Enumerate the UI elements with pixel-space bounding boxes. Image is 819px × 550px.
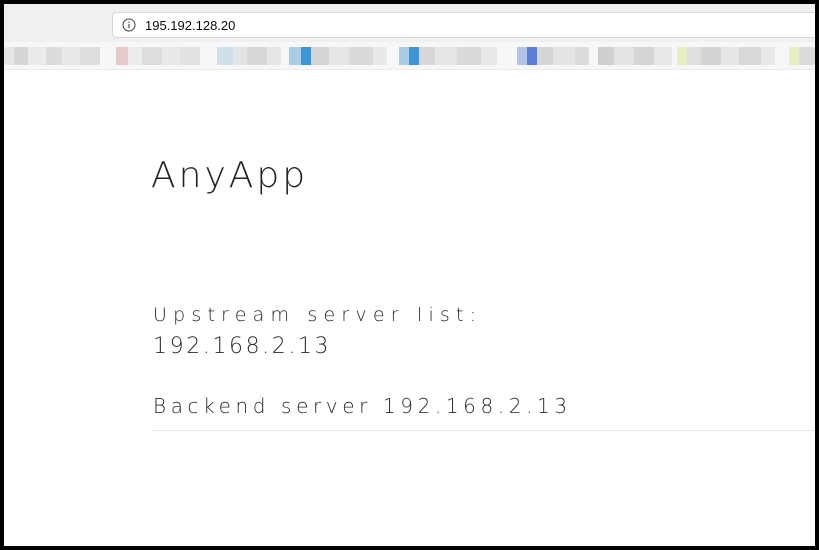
- page-content: AnyApp Upstream server list: 192.168.2.1…: [4, 70, 815, 546]
- info-icon[interactable]: [122, 18, 136, 32]
- backend-server-text: Backend server 192.168.2.13: [153, 394, 572, 418]
- bookmark-item[interactable]: [677, 47, 775, 65]
- bookmark-item[interactable]: [517, 47, 589, 65]
- screenshot-frame: 195.192.128.20 AnyApp Upstream server li…: [0, 0, 819, 550]
- bookmark-item[interactable]: [598, 47, 672, 65]
- bookmark-item[interactable]: [116, 47, 200, 65]
- bookmark-item[interactable]: [399, 47, 497, 65]
- bookmark-item[interactable]: [4, 47, 100, 65]
- address-bar[interactable]: 195.192.128.20: [112, 12, 815, 38]
- bookmark-item[interactable]: [289, 47, 387, 65]
- url-text[interactable]: 195.192.128.20: [145, 18, 235, 33]
- app-title: AnyApp: [151, 155, 309, 196]
- upstream-server-label: Upstream server list:: [153, 304, 483, 326]
- upstream-server-value: 192.168.2.13: [153, 334, 332, 359]
- divider: [153, 430, 815, 431]
- bookmarks-bar: [4, 42, 815, 70]
- browser-toolbar: 195.192.128.20: [4, 4, 815, 42]
- bookmark-item[interactable]: [789, 47, 815, 65]
- bookmark-item[interactable]: [217, 47, 281, 65]
